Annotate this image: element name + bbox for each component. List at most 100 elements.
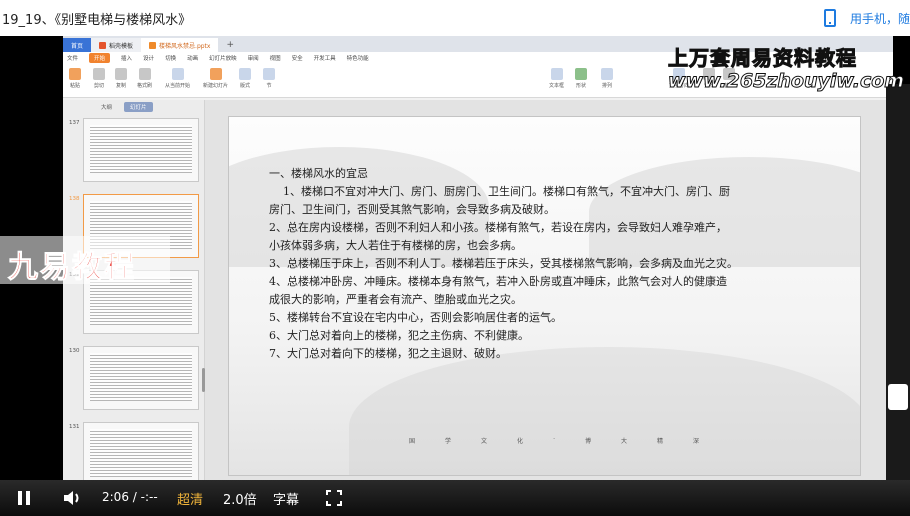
time-separator: / [132, 490, 137, 504]
tab-slides[interactable]: 幻灯片 [124, 102, 153, 112]
menu-security[interactable]: 安全 [292, 54, 303, 62]
arrange-icon [601, 68, 613, 80]
slide-thumbnail[interactable] [83, 346, 199, 410]
footer-char: 博 [584, 438, 591, 445]
copy-button[interactable]: 复制 [115, 68, 127, 89]
footer-char: 深 [693, 438, 700, 445]
thumb-number: 130 [69, 348, 80, 354]
menu-transition[interactable]: 切换 [165, 54, 176, 62]
pptx-icon [149, 41, 157, 49]
copy-icon [115, 68, 127, 80]
format-painter-button[interactable]: 格式刷 [137, 68, 152, 89]
play-icon [171, 68, 184, 80]
menu-design[interactable]: 设计 [143, 54, 154, 62]
slide-line: 4、总楼梯冲卧房、冲睡床。楼梯本身有煞气，若冲入卧房或直冲睡床，此煞气会对人的健… [269, 275, 727, 288]
tab-templates[interactable]: 稻壳模板 [91, 38, 142, 52]
watermark-url: www.265zhouyiw.com [667, 70, 905, 93]
title-bar: 19_19、《别墅电梯与楼梯风水》 用手机，随 [0, 0, 910, 36]
shape-button[interactable]: 形状 [575, 68, 587, 89]
current-slide[interactable]: 一、楼梯风水的宜忌 1、楼梯口不宜对冲大门、房门、厨房门、卫生间门。楼梯口有煞气… [228, 116, 861, 476]
menu-slideshow[interactable]: 幻灯片放映 [209, 54, 237, 62]
new-slide-button[interactable]: 新建幻灯片 [203, 68, 228, 89]
menu-insert[interactable]: 插入 [121, 54, 132, 62]
menu-view[interactable]: 视图 [270, 54, 281, 62]
menu-file[interactable]: 文件 [67, 54, 78, 62]
fullscreen-button[interactable] [326, 490, 342, 506]
slide-body: 一、楼梯风水的宜忌 1、楼梯口不宜对冲大门、房门、厨房门、卫生间门。楼梯口有煞气… [269, 165, 829, 363]
slide-line: 1、楼梯口不宜对冲大门、房门、厨房门、卫生间门。楼梯口有煞气，不宜冲大门、房门、… [283, 185, 730, 198]
tab-outline[interactable]: 大纲 [101, 103, 112, 111]
shape-label: 形状 [575, 83, 586, 89]
thumb-content [90, 125, 192, 173]
textbox-icon [550, 68, 563, 80]
section-label: 节 [266, 83, 272, 89]
arrange-button[interactable]: 排列 [601, 68, 613, 89]
thumb-number: 137 [69, 120, 80, 126]
footer-char: 学 [445, 438, 452, 445]
pause-button[interactable] [18, 491, 30, 505]
layout-icon [239, 68, 251, 80]
footer-char: 文 [481, 438, 488, 445]
slide-thumbnail[interactable] [83, 422, 199, 480]
slide-heading: 一、楼梯风水的宜忌 [269, 167, 368, 180]
menu-review[interactable]: 审阅 [248, 54, 259, 62]
menu-animation[interactable]: 动画 [187, 54, 198, 62]
quality-button[interactable]: 超清 [177, 489, 203, 508]
textbox-button[interactable]: 文本框 [549, 68, 564, 89]
menu-developer[interactable]: 开发工具 [314, 54, 336, 62]
slide-line: 5、楼梯转台不宜设在宅内中心，否则会影响居住者的运气。 [269, 311, 562, 324]
slide-line: 房门、卫生间门，否则受其煞气影响，会导致多病及破财。 [269, 203, 555, 216]
slide-line: 7、大门总对着向下的楼梯，犯之主退财、破财。 [269, 347, 507, 360]
slide-thumbnail[interactable] [83, 118, 199, 182]
time-total: -:-- [140, 490, 158, 504]
fullscreen-icon [326, 490, 342, 506]
format-painter-label: 格式刷 [137, 83, 153, 89]
section-icon [263, 68, 275, 80]
paste-label: 粘贴 [69, 83, 80, 89]
footer-char: 化 [517, 438, 524, 445]
wps-window: 首页 稻壳模板 楼梯风水禁忌.pptx + 文件 开始 插入 设计 切换 动画 … [63, 36, 893, 480]
play-from-current-button[interactable]: 从当前开始 [165, 68, 190, 89]
footer-char: 国 [409, 438, 416, 445]
tab-home-label: 首页 [71, 42, 84, 50]
textbox-label: 文本框 [549, 83, 565, 89]
copy-label: 复制 [115, 83, 126, 89]
thumb-number: 131 [69, 424, 80, 430]
tab-templates-label: 稻壳模板 [109, 42, 134, 50]
footer-char: · [553, 436, 555, 443]
menu-features[interactable]: 特色功能 [347, 54, 369, 62]
subtitle-button[interactable]: 字幕 [273, 489, 299, 508]
cut-button[interactable]: 剪切 [93, 68, 105, 89]
slide-line: 2、总在房内设楼梯，否则不利妇人和小孩。楼梯有煞气，若设在房内，会导致妇人难孕难… [269, 221, 727, 234]
player-controls: 2:06 / -:-- 超清 2.0倍 字幕 [0, 480, 910, 516]
shape-icon [575, 68, 587, 80]
pause-icon [26, 491, 30, 505]
panel-tabs: 大纲 幻灯片 [63, 100, 204, 114]
phone-icon [823, 9, 836, 27]
volume-button[interactable] [63, 489, 83, 507]
paste-button[interactable]: 粘贴 [69, 68, 81, 89]
cut-label: 剪切 [93, 83, 104, 89]
pause-icon [18, 491, 22, 505]
menu-home[interactable]: 开始 [89, 53, 111, 63]
layout-button[interactable]: 版式 [239, 68, 251, 89]
section-button[interactable]: 节 [263, 68, 275, 89]
format-painter-icon [138, 68, 151, 80]
video-side-strip [886, 84, 910, 480]
thumb-content [90, 353, 192, 401]
video-player[interactable]: 首页 稻壳模板 楼梯风水禁忌.pptx + 文件 开始 插入 设计 切换 动画 … [0, 36, 910, 480]
tab-document-label: 楼梯风水禁忌.pptx [159, 42, 211, 50]
new-tab-icon[interactable]: + [218, 38, 242, 52]
speed-button[interactable]: 2.0倍 [223, 489, 257, 508]
template-icon [99, 41, 107, 49]
slide-footer: 国 学 文 化 · 博 大 精 深 [409, 436, 699, 445]
layout-label: 版式 [239, 83, 250, 89]
volume-icon [64, 491, 79, 505]
paste-icon [69, 68, 81, 80]
slide-line: 3、总楼梯压于床上，否则不利人丁。楼梯若压于床头，受其楼梯煞气影响，会多病及血光… [269, 257, 738, 270]
tab-home[interactable]: 首页 [63, 38, 92, 52]
mobile-link[interactable]: 用手机，随 [823, 0, 910, 36]
thumb-number: 138 [69, 196, 80, 202]
mountain-decoration [349, 347, 860, 475]
tab-document[interactable]: 楼梯风水禁忌.pptx [141, 38, 219, 52]
